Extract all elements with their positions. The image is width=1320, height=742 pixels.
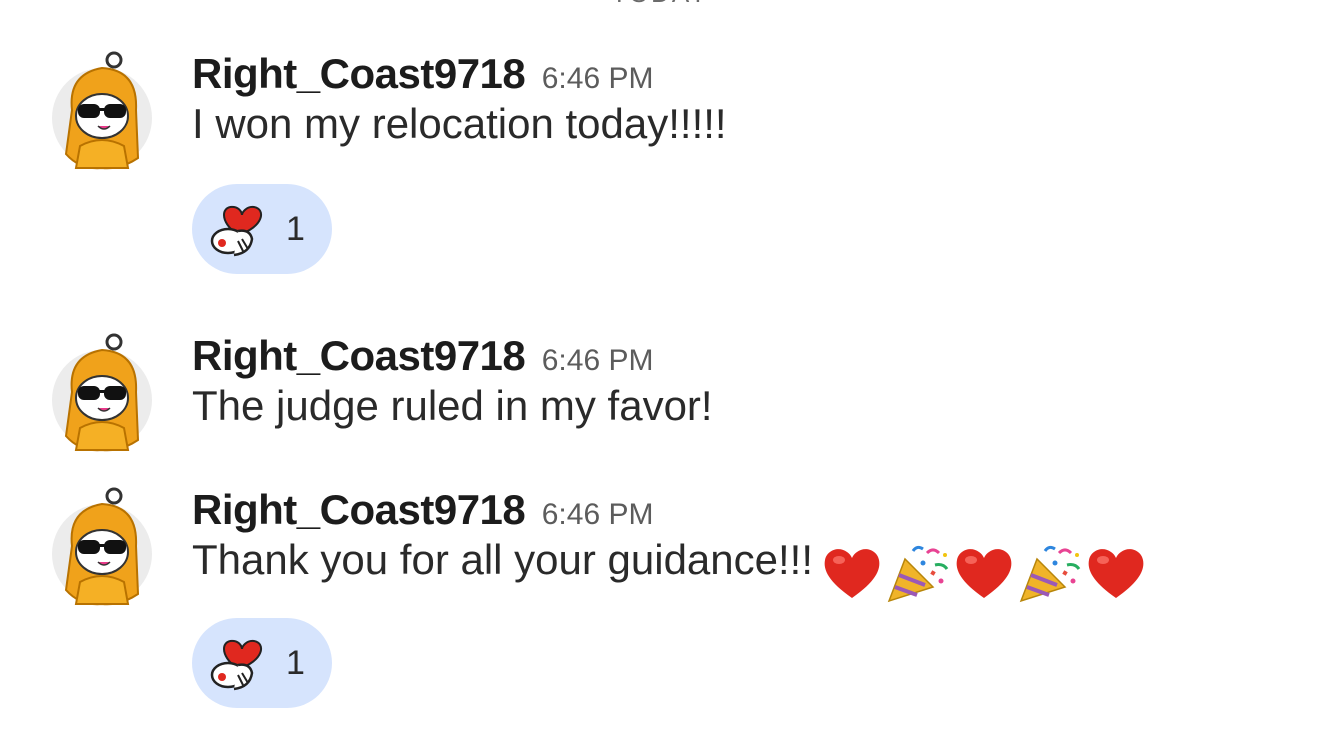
message-timestamp: 6:46 PM xyxy=(541,344,654,377)
snoo-heart-reaction-icon xyxy=(210,205,263,257)
reaction-pill[interactable]: 1 xyxy=(192,184,332,274)
user-avatar[interactable] xyxy=(50,332,154,454)
message-text: The judge ruled in my favor! xyxy=(192,382,713,429)
message-timestamp: 6:46 PM xyxy=(541,62,654,95)
message-text: Thank you for all your guidance!!! xyxy=(192,536,814,583)
party-popper-icon xyxy=(1019,545,1081,603)
message-username[interactable]: Right_Coast9718 xyxy=(192,50,526,97)
reaction-pill[interactable]: 1 xyxy=(192,618,332,708)
red-heart-icon xyxy=(824,549,880,598)
red-heart-icon xyxy=(956,549,1012,598)
message-timestamp: 6:46 PM xyxy=(541,498,654,531)
message-text-row: Thank you for all your guidance!!! xyxy=(192,532,1310,605)
red-heart-icon xyxy=(1088,549,1144,598)
party-popper-icon xyxy=(887,545,949,603)
message-text: I won my relocation today!!!!! xyxy=(192,100,727,147)
reaction-count: 1 xyxy=(286,209,305,248)
day-divider: TODAY xyxy=(0,0,1320,9)
snoo-avatar-icon xyxy=(52,51,152,170)
message-username[interactable]: Right_Coast9718 xyxy=(192,332,526,379)
chat-message: Right_Coast9718 6:46 PM I won my relocat… xyxy=(50,50,1310,280)
chat-message: Right_Coast9718 6:46 PM The judge ruled … xyxy=(50,332,1310,462)
snoo-heart-reaction-icon xyxy=(210,639,263,691)
user-avatar[interactable] xyxy=(50,50,154,172)
snoo-avatar-icon xyxy=(52,333,152,452)
reaction-count: 1 xyxy=(286,643,305,682)
chat-message: Right_Coast9718 6:46 PM Thank you for al… xyxy=(50,486,1310,716)
user-avatar[interactable] xyxy=(50,486,154,608)
snoo-avatar-icon xyxy=(52,487,152,606)
emoji-run xyxy=(821,541,1147,605)
message-username[interactable]: Right_Coast9718 xyxy=(192,486,526,533)
